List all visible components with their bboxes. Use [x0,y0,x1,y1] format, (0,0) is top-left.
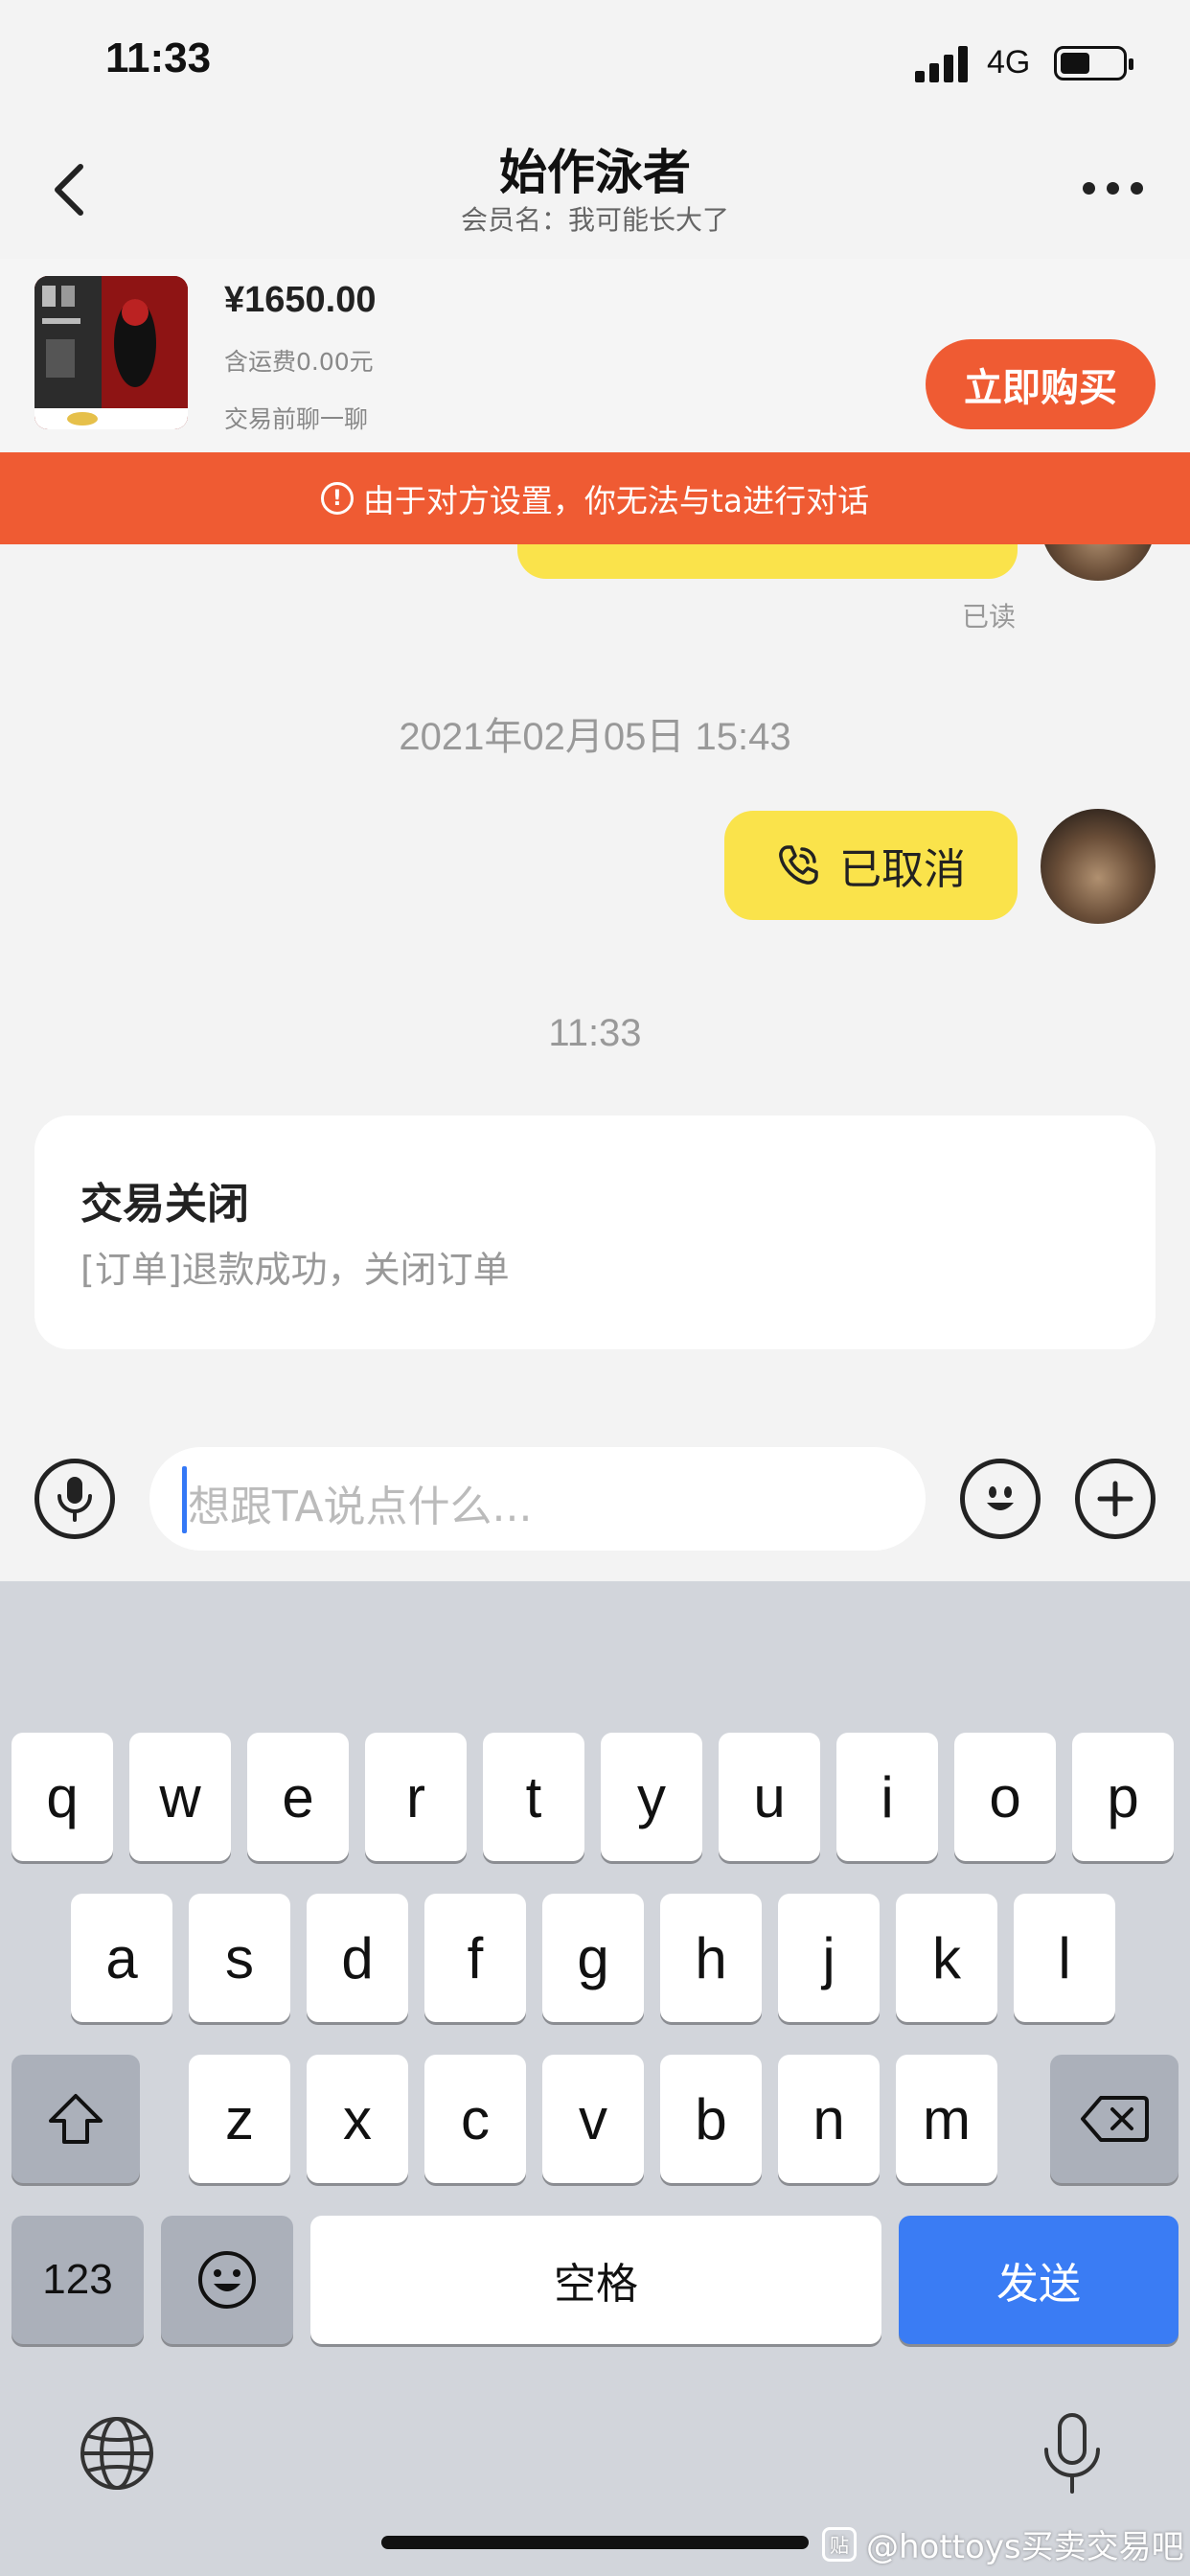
key-x[interactable]: x [307,2055,408,2183]
key-g[interactable]: g [542,1894,644,2022]
key-k[interactable]: k [896,1894,997,2022]
delete-key[interactable] [1050,2055,1179,2183]
order-status-title: 交易关闭 [80,1180,249,1229]
product-price: ¥1650.00 [224,280,377,320]
order-status-card[interactable] [34,1116,1156,1349]
key-d[interactable]: d [307,1894,408,2022]
shift-icon [49,2094,103,2144]
member-name: 会员名：我可能长大了 [460,204,729,236]
key-c[interactable]: c [424,2055,526,2183]
watermark-text: @hottoys买卖交易吧 [866,2528,1184,2566]
restriction-banner: ! 由于对方设置，你无法与ta进行对话 [0,452,1190,544]
key-j[interactable]: j [778,1894,880,2022]
read-status: 已读 [962,601,1017,632]
key-y[interactable]: y [601,1733,702,1861]
timestamp: 11:33 [548,1012,642,1054]
keyboard: q w e r t y u i o p a s d f g h j k l z … [0,1581,1190,2576]
tieba-logo-icon: 贴 [822,2526,857,2562]
key-i[interactable]: i [836,1733,938,1861]
warning-icon: ! [320,482,354,515]
phone-icon [779,845,818,885]
avatar[interactable] [1041,809,1156,924]
timestamp: 2021年02月05日 15:43 [399,716,791,758]
banner-text: 由于对方设置，你无法与ta进行对话 [362,482,870,519]
microphone-icon [57,1477,92,1522]
key-f[interactable]: f [424,1894,526,2022]
plus-icon [1097,1481,1133,1517]
send-key[interactable]: 发送 [899,2216,1179,2344]
order-status-description: [订单]退款成功，关闭订单 [80,1249,510,1291]
voice-button[interactable] [34,1459,115,1539]
key-a[interactable]: a [71,1894,172,2022]
watermark: 贴 @hottoys买卖交易吧 [822,2520,1184,2567]
key-s[interactable]: s [189,1894,290,2022]
space-key[interactable]: 空格 [310,2216,881,2344]
buy-now-button[interactable]: 立即购买 [926,339,1156,429]
key-l[interactable]: l [1014,1894,1115,2022]
key-n[interactable]: n [778,2055,880,2183]
emoji-key[interactable] [161,2216,293,2344]
call-message-bubble[interactable]: 已取消 [724,811,1018,920]
shipping-fee: 含运费0.00元 [224,348,374,376]
home-indicator[interactable] [381,2536,809,2549]
key-z[interactable]: z [189,2055,290,2183]
signal-icon [915,44,969,82]
key-t[interactable]: t [483,1733,584,1861]
emoji-button[interactable] [960,1459,1041,1539]
key-q[interactable]: q [11,1733,113,1861]
dictation-microphone-icon[interactable] [1039,2411,1106,2501]
call-status-text: 已取消 [839,845,966,894]
key-m[interactable]: m [896,2055,997,2183]
chat-title: 始作泳者 [499,145,691,200]
key-p[interactable]: p [1072,1733,1174,1861]
product-thumbnail[interactable] [34,276,188,429]
key-r[interactable]: r [365,1733,467,1861]
key-u[interactable]: u [719,1733,820,1861]
key-h[interactable]: h [660,1894,762,2022]
smiley-icon [987,1486,1014,1510]
backspace-icon [1081,2096,1149,2142]
more-options-button[interactable] [1083,182,1144,196]
numbers-key[interactable]: 123 [11,2216,144,2344]
key-v[interactable]: v [542,2055,644,2183]
battery-icon [1054,46,1133,80]
network-type: 4G [987,44,1031,80]
text-cursor [182,1466,187,1533]
status-time: 11:33 [105,34,212,81]
chat-note: 交易前聊一聊 [224,405,369,433]
key-w[interactable]: w [129,1733,231,1861]
key-e[interactable]: e [247,1733,349,1861]
message-input-placeholder: 想跟TA说点什么... [188,1483,533,1531]
shift-key[interactable] [11,2055,140,2183]
key-o[interactable]: o [954,1733,1056,1861]
globe-icon[interactable] [79,2415,155,2496]
key-b[interactable]: b [660,2055,762,2183]
smiley-icon [198,2251,256,2309]
add-attachment-button[interactable] [1075,1459,1156,1539]
